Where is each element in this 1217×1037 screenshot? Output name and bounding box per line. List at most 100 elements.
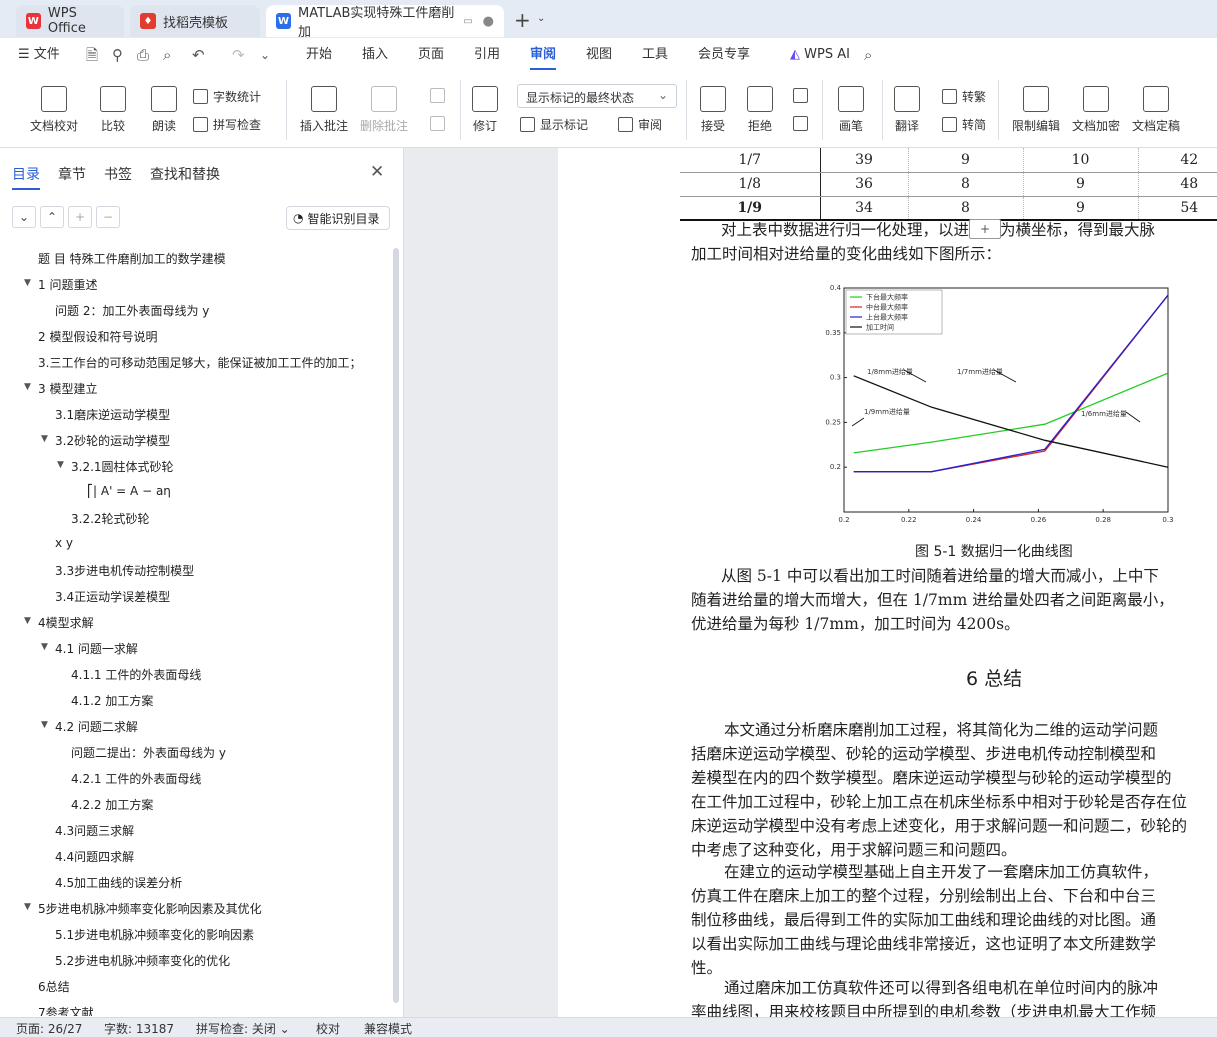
spell-check-status[interactable]: 拼写检查: 关闭 ⌄ [196,1020,290,1037]
toc-toggle-icon[interactable]: ▼ [41,720,48,730]
toc-item[interactable]: x y [55,536,73,550]
encrypt-button[interactable]: 文档加密 [1072,86,1120,134]
print-icon[interactable]: ⎙ [137,38,149,72]
undo-icon[interactable]: ↶ [192,38,205,72]
toc-toggle-icon[interactable]: ▼ [41,642,48,652]
menu-review[interactable]: 审阅 [530,38,557,72]
prev-change-icon[interactable] [793,88,813,103]
show-markup-button[interactable]: 显示标记 [520,116,588,133]
toc-item[interactable]: 5步进电机脉冲频率变化影响因素及其优化 [38,900,262,917]
menu-page[interactable]: 页面 [418,38,444,72]
compare-button[interactable]: 比较 [100,86,126,134]
wps-ai-button[interactable]: ◭ WPS AI [790,38,850,72]
review-pane-button[interactable]: 审阅 [618,116,662,133]
toc-item[interactable]: 4.4问题四求解 [55,848,134,865]
toc-item[interactable]: 2 模型假设和符号说明 [38,328,157,345]
new-tab-icon[interactable]: + [514,8,531,32]
toc-toggle-icon[interactable]: ▼ [57,460,64,470]
sidebar-tab-find-replace[interactable]: 查找和替换 [150,164,220,184]
read-aloud-button[interactable]: 朗读 [151,86,177,134]
toc-item[interactable]: 3 模型建立 [38,380,97,397]
delete-comment-button[interactable]: 删除批注 [360,86,408,134]
toc-item[interactable]: 3.3步进电机传动控制模型 [55,562,194,579]
toc-item[interactable]: 问题 2：加工外表面母线为 y [55,302,209,319]
toc-item[interactable]: 4.1 问题一求解 [55,640,138,657]
prev-comment-icon[interactable] [430,88,450,103]
add-level-icon[interactable]: + [68,206,92,228]
menu-tools[interactable]: 工具 [642,38,668,72]
toc-scrollbar[interactable] [393,248,399,1003]
float-add-comment-icon[interactable]: + [969,219,1001,239]
toc-item[interactable]: 4.5加工曲线的误差分析 [55,874,182,891]
toc-item[interactable]: 3.三工作台的可移动范围足够大，能保证被加工工件的加工； [38,354,361,371]
chevron-down-icon[interactable]: ⌄ [537,13,545,24]
restrict-edit-button[interactable]: 限制编辑 [1012,86,1060,134]
expand-up-icon[interactable]: ⌃ [40,206,64,228]
toc-item[interactable]: 4.1.2 加工方案 [71,692,153,709]
toc-item[interactable]: 3.2砂轮的运动学模型 [55,432,170,449]
toc-item[interactable]: ⎡| A' = A − aη [87,484,171,498]
toc-item[interactable]: 4模型求解 [38,614,94,631]
word-count[interactable]: 字数: 13187 [104,1020,174,1037]
quick-access-dropdown-icon[interactable]: ⌄ [260,38,270,72]
toc-toggle-icon[interactable]: ▼ [41,434,48,444]
word-count-button[interactable]: 字数统计 [193,88,261,105]
finalize-button[interactable]: 文档定稿 [1132,86,1180,134]
next-change-icon[interactable] [793,116,813,131]
spell-check-button[interactable]: 拼写检查 [193,116,261,133]
collapse-all-icon[interactable]: ⌄ [12,206,36,228]
menu-view[interactable]: 视图 [586,38,612,72]
print-preview-icon[interactable]: ⌕ [163,38,171,72]
toc-item[interactable]: 3.4正运动学误差模型 [55,588,170,605]
toc-item[interactable]: 4.3问题三求解 [55,822,134,839]
menu-insert[interactable]: 插入 [362,38,388,72]
translate-button[interactable]: 翻译 [894,86,920,134]
smart-toc-button[interactable]: ◔ 智能识别目录 [286,206,390,230]
toc-item[interactable]: 3.2.2轮式砂轮 [71,510,150,527]
doc-check-button[interactable]: 文档校对 [30,86,78,134]
to-simplified-button[interactable]: 转简 [942,116,986,133]
sidebar-tab-chapters[interactable]: 章节 [58,164,86,184]
tab-daoke[interactable]: ♦ 找稻壳模板 [130,5,260,37]
toc-item[interactable]: 5.2步进电机脉冲频率变化的优化 [55,952,230,969]
remove-level-icon[interactable]: − [96,206,120,228]
menu-start[interactable]: 开始 [306,38,332,72]
toc-item[interactable]: 4.2 问题二求解 [55,718,138,735]
proofread-status[interactable]: 校对 [316,1020,340,1037]
page-indicator[interactable]: 页面: 26/27 [16,1020,82,1037]
toc-item[interactable]: 4.2.1 工件的外表面母线 [71,770,201,787]
toc-item[interactable]: 1 问题重述 [38,276,97,293]
markup-state-select[interactable]: 显示标记的最终状态 ⌄ [517,84,677,108]
toc-item[interactable]: 6总结 [38,978,70,995]
toc-item[interactable]: 3.1磨床逆运动学模型 [55,406,170,423]
redo-icon[interactable]: ↷ [232,38,245,72]
accept-button[interactable]: 接受 [700,86,726,134]
pen-button[interactable]: 画笔 [838,86,864,134]
search-icon[interactable]: ⌕ [864,38,872,72]
toc-item[interactable]: 问题二提出：外表面母线为 y [71,744,226,761]
menu-reference[interactable]: 引用 [474,38,500,72]
toc-toggle-icon[interactable]: ▼ [24,616,31,626]
next-comment-icon[interactable] [430,116,450,131]
toc-toggle-icon[interactable]: ▼ [24,902,31,912]
insert-comment-button[interactable]: 插入批注 [300,86,348,134]
toc-item[interactable]: 4.2.2 加工方案 [71,796,153,813]
tab-wps-office[interactable]: W WPS Office [16,5,124,37]
toc-toggle-icon[interactable]: ▼ [24,382,31,392]
reject-button[interactable]: 拒绝 [747,86,773,134]
link-icon[interactable]: ⚲ [112,38,123,72]
toc-item[interactable]: 4.1.1 工件的外表面母线 [71,666,201,683]
file-menu[interactable]: ☰ 文件 [18,38,60,72]
toc-toggle-icon[interactable]: ▼ [24,278,31,288]
toc-item[interactable]: 题 目 特殊工件磨削加工的数学建模 [38,250,226,267]
revise-button[interactable]: 修订 [472,86,498,134]
to-traditional-button[interactable]: 转繁 [942,88,986,105]
toc-item[interactable]: 7参考文献 [38,1004,94,1016]
close-icon[interactable]: ✕ [370,162,384,182]
tab-document[interactable]: W MATLAB实现特殊工件磨削加 ▭ ● [266,5,504,40]
toc-item[interactable]: 5.1步进电机脉冲频率变化的影响因素 [55,926,254,943]
sidebar-tab-bookmarks[interactable]: 书签 [104,164,132,184]
toc-item[interactable]: 3.2.1圆柱体式砂轮 [71,458,174,475]
sidebar-tab-toc[interactable]: 目录 [12,164,40,190]
save-icon[interactable]: 🗎 [86,38,98,72]
